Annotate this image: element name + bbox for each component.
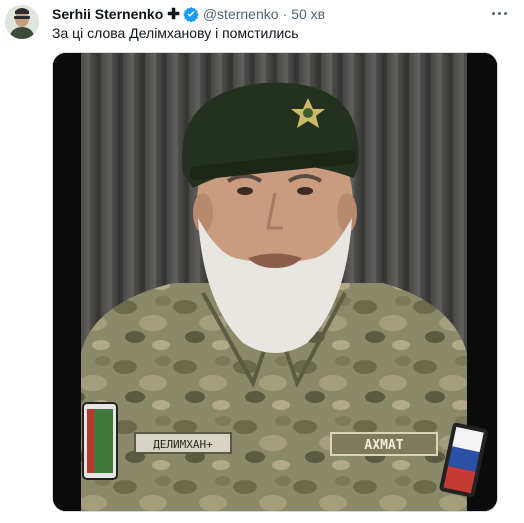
verified-badge-icon (183, 6, 199, 22)
author-avatar[interactable] (5, 5, 39, 39)
tweet-media-video[interactable]: ДЕЛИМХАН+ AXMAT (52, 52, 498, 512)
tweet-text: За ці слова Делімханову і помстились (52, 25, 299, 41)
more-dot (497, 11, 501, 15)
tweet-time[interactable]: 50 хв (291, 6, 325, 22)
author-handle[interactable]: @sternenko (203, 6, 279, 22)
more-dot (491, 11, 495, 15)
tweet-header: Serhii Sternenko ✚ @sternenko · 50 хв (52, 4, 474, 24)
video-frame: ДЕЛИМХАН+ AXMAT (53, 53, 497, 511)
avatar-image (5, 5, 39, 39)
unit-patch-text: AXMAT (364, 438, 403, 453)
author-name[interactable]: Serhii Sternenko (52, 6, 163, 22)
more-icon[interactable] (488, 6, 510, 20)
left-shoulder-patch (82, 402, 118, 480)
cross-glyph: ✚ (167, 6, 180, 23)
name-patch-text: ДЕЛИМХАН+ (153, 438, 213, 451)
separator-dot: · (282, 6, 288, 22)
more-dot (503, 11, 507, 15)
